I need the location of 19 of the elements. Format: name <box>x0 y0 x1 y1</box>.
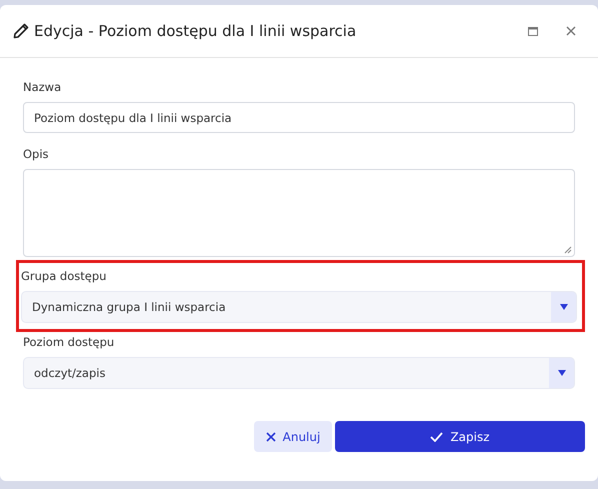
text-field[interactable]: Poziom dostępu dla I linii wsparcia <box>23 102 575 133</box>
field-label: Nazwa <box>23 80 62 94</box>
checkmark-icon <box>430 432 444 442</box>
textarea-field[interactable] <box>23 169 575 257</box>
dialog-title: Edycja - Poziom dostępu dla I linii wsparcia <box>34 22 356 40</box>
dropdown-field[interactable]: Dynamiczna grupa I linii wsparcia <box>21 291 577 323</box>
close-icon[interactable] <box>566 26 576 36</box>
close-icon <box>266 432 276 442</box>
resize-grip-icon[interactable] <box>564 246 572 254</box>
cancel-button[interactable]: Anuluj <box>254 421 332 452</box>
field-label: Poziom dostępu <box>23 335 116 349</box>
field-label: Grupa dostępu <box>21 269 108 283</box>
save-button[interactable]: Zapisz <box>335 421 585 452</box>
dropdown-arrow-icon <box>558 370 566 376</box>
maximize-icon[interactable] <box>528 26 538 36</box>
pencil-icon <box>12 22 30 40</box>
field-label: Opis <box>23 147 50 161</box>
dropdown-arrow-icon <box>560 304 568 310</box>
dropdown-field[interactable]: odczyt/zapis <box>23 357 575 389</box>
